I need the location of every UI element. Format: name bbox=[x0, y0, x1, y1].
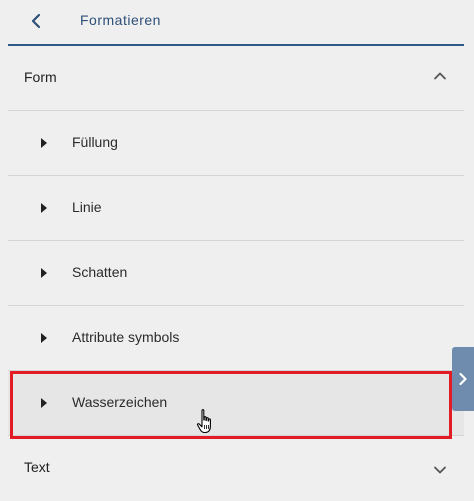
chevron-left-icon bbox=[31, 13, 41, 29]
section-form-label: Form bbox=[24, 69, 57, 85]
panel-title: Formatieren bbox=[80, 12, 161, 28]
form-item-schatten[interactable]: Schatten bbox=[8, 240, 464, 305]
form-item-label: Wasserzeichen bbox=[72, 394, 168, 410]
chevron-down-icon bbox=[434, 466, 446, 474]
form-item-label: Schatten bbox=[72, 264, 128, 280]
back-button[interactable] bbox=[28, 10, 46, 32]
chevron-right-icon bbox=[459, 372, 467, 386]
panel-collapse-tab[interactable] bbox=[452, 347, 474, 411]
panel-header: Formatieren bbox=[8, 0, 464, 46]
form-item-wasserzeichen[interactable]: Wasserzeichen bbox=[8, 370, 464, 435]
section-text-label: Text bbox=[24, 459, 50, 475]
caret-right-icon bbox=[41, 398, 47, 408]
form-item-fuellung[interactable]: Füllung bbox=[8, 110, 464, 175]
form-item-label: Füllung bbox=[72, 134, 118, 150]
format-panel: Formatieren Form Füllung Linie Schatten … bbox=[0, 0, 474, 501]
form-item-attribute-symbols[interactable]: Attribute symbols bbox=[8, 305, 464, 370]
caret-right-icon bbox=[41, 268, 47, 278]
section-text-header[interactable]: Text bbox=[8, 436, 464, 500]
chevron-up-icon bbox=[434, 72, 446, 80]
caret-right-icon bbox=[41, 203, 47, 213]
section-form-header[interactable]: Form bbox=[8, 46, 464, 110]
form-item-linie[interactable]: Linie bbox=[8, 175, 464, 240]
form-item-label: Linie bbox=[72, 199, 102, 215]
caret-right-icon bbox=[41, 138, 47, 148]
form-item-label: Attribute symbols bbox=[72, 329, 180, 345]
caret-right-icon bbox=[41, 333, 47, 343]
